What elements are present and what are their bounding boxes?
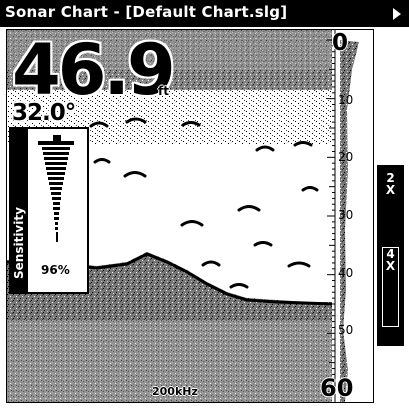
sensitivity-value: 96% — [41, 263, 70, 277]
depth-label-10: 10 — [338, 93, 354, 107]
sensitivity-panel[interactable]: Sensitivity 96% — [9, 127, 89, 294]
sensitivity-label-bar: Sensitivity — [11, 129, 28, 292]
depth-label-50: 50 — [338, 323, 354, 337]
zoom-2x-x: X — [385, 183, 396, 197]
frequency-label: 200kHz — [152, 385, 198, 398]
sonar-screen: Sonar Chart - [Default Chart.slg] 46.9 f… — [0, 0, 409, 409]
zoom-bar: 2 X 4 X — [377, 165, 404, 346]
depth-unit-label: ft — [158, 84, 169, 98]
sensitivity-label: Sensitivity — [12, 207, 26, 279]
depth-label-0: 0 — [332, 30, 349, 56]
depth-label-40: 40 — [338, 266, 354, 280]
zoom-4x-x: X — [385, 259, 396, 273]
title-bar: Sonar Chart - [Default Chart.slg] — [0, 0, 409, 27]
zoom-4x-button[interactable]: 4 X — [382, 247, 399, 327]
menu-arrow-icon[interactable] — [393, 8, 401, 20]
sensitivity-slider-icon[interactable] — [33, 135, 83, 263]
depth-label-30: 30 — [338, 208, 354, 222]
depth-readout: 46.9 — [12, 29, 176, 111]
zoom-2x-button[interactable]: 2 X — [382, 172, 399, 196]
depth-label-60: 60 — [320, 374, 354, 402]
window-title: Sonar Chart - [Default Chart.slg] — [5, 3, 288, 21]
depth-label-20: 20 — [338, 150, 354, 164]
temperature-readout: 32.0° — [12, 100, 76, 126]
